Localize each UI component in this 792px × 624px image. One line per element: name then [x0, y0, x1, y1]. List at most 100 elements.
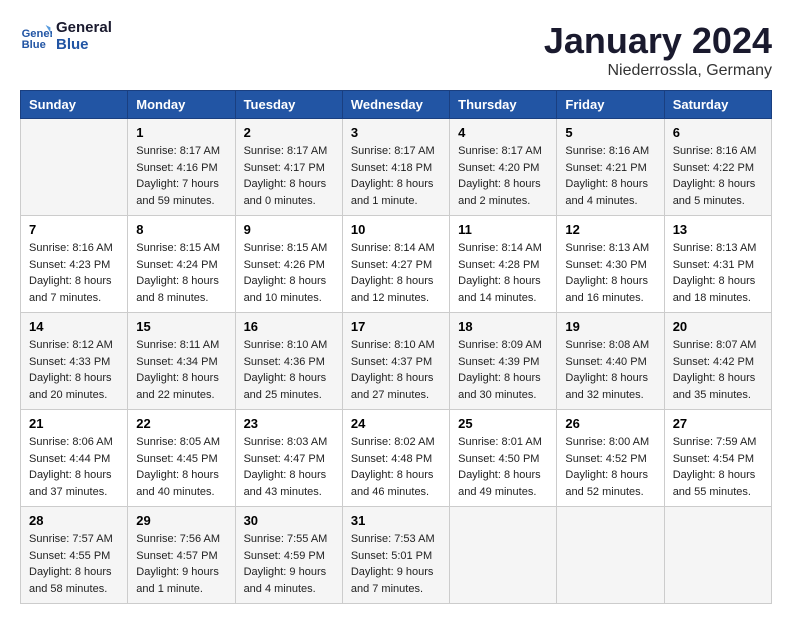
weekday-row: SundayMondayTuesdayWednesdayThursdayFrid… — [21, 91, 772, 119]
calendar-cell: 16 Sunrise: 8:10 AMSunset: 4:36 PMDaylig… — [235, 313, 342, 410]
day-detail: Sunrise: 8:13 AMSunset: 4:30 PMDaylight:… — [565, 240, 655, 306]
calendar-cell: 15 Sunrise: 8:11 AMSunset: 4:34 PMDaylig… — [128, 313, 235, 410]
calendar-week-2: 7 Sunrise: 8:16 AMSunset: 4:23 PMDayligh… — [21, 216, 772, 313]
day-number: 5 — [565, 125, 655, 140]
calendar-cell: 25 Sunrise: 8:01 AMSunset: 4:50 PMDaylig… — [450, 410, 557, 507]
logo-text-general: General — [56, 20, 112, 37]
calendar-table: SundayMondayTuesdayWednesdayThursdayFrid… — [20, 90, 772, 604]
day-detail: Sunrise: 8:15 AMSunset: 4:26 PMDaylight:… — [244, 240, 334, 306]
calendar-cell: 19 Sunrise: 8:08 AMSunset: 4:40 PMDaylig… — [557, 313, 664, 410]
weekday-header-thursday: Thursday — [450, 91, 557, 119]
calendar-cell: 9 Sunrise: 8:15 AMSunset: 4:26 PMDayligh… — [235, 216, 342, 313]
calendar-week-1: 1 Sunrise: 8:17 AMSunset: 4:16 PMDayligh… — [21, 119, 772, 216]
calendar-cell: 18 Sunrise: 8:09 AMSunset: 4:39 PMDaylig… — [450, 313, 557, 410]
calendar-header: SundayMondayTuesdayWednesdayThursdayFrid… — [21, 91, 772, 119]
logo-icon: General Blue — [20, 21, 52, 53]
calendar-cell — [21, 119, 128, 216]
day-number: 30 — [244, 513, 334, 528]
day-detail: Sunrise: 8:17 AMSunset: 4:17 PMDaylight:… — [244, 143, 334, 209]
calendar-cell: 30 Sunrise: 7:55 AMSunset: 4:59 PMDaylig… — [235, 507, 342, 604]
day-detail: Sunrise: 8:12 AMSunset: 4:33 PMDaylight:… — [29, 337, 119, 403]
calendar-cell: 29 Sunrise: 7:56 AMSunset: 4:57 PMDaylig… — [128, 507, 235, 604]
calendar-cell — [450, 507, 557, 604]
calendar-week-4: 21 Sunrise: 8:06 AMSunset: 4:44 PMDaylig… — [21, 410, 772, 507]
svg-text:General: General — [22, 28, 52, 40]
day-detail: Sunrise: 8:17 AMSunset: 4:16 PMDaylight:… — [136, 143, 226, 209]
calendar-cell: 4 Sunrise: 8:17 AMSunset: 4:20 PMDayligh… — [450, 119, 557, 216]
day-number: 15 — [136, 319, 226, 334]
calendar-cell: 26 Sunrise: 8:00 AMSunset: 4:52 PMDaylig… — [557, 410, 664, 507]
calendar-cell: 11 Sunrise: 8:14 AMSunset: 4:28 PMDaylig… — [450, 216, 557, 313]
calendar-cell: 6 Sunrise: 8:16 AMSunset: 4:22 PMDayligh… — [664, 119, 771, 216]
weekday-header-friday: Friday — [557, 91, 664, 119]
day-number: 28 — [29, 513, 119, 528]
calendar-cell: 1 Sunrise: 8:17 AMSunset: 4:16 PMDayligh… — [128, 119, 235, 216]
calendar-week-3: 14 Sunrise: 8:12 AMSunset: 4:33 PMDaylig… — [21, 313, 772, 410]
day-number: 7 — [29, 222, 119, 237]
day-number: 22 — [136, 416, 226, 431]
calendar-subtitle: Niederrossla, Germany — [544, 62, 772, 80]
page-header: General Blue General Blue January 2024 N… — [20, 20, 772, 80]
calendar-cell: 5 Sunrise: 8:16 AMSunset: 4:21 PMDayligh… — [557, 119, 664, 216]
calendar-cell — [664, 507, 771, 604]
day-detail: Sunrise: 8:06 AMSunset: 4:44 PMDaylight:… — [29, 434, 119, 500]
day-number: 18 — [458, 319, 548, 334]
day-detail: Sunrise: 8:13 AMSunset: 4:31 PMDaylight:… — [673, 240, 763, 306]
calendar-cell: 12 Sunrise: 8:13 AMSunset: 4:30 PMDaylig… — [557, 216, 664, 313]
svg-text:Blue: Blue — [22, 39, 46, 51]
title-block: January 2024 Niederrossla, Germany — [544, 20, 772, 80]
calendar-cell — [557, 507, 664, 604]
calendar-cell: 8 Sunrise: 8:15 AMSunset: 4:24 PMDayligh… — [128, 216, 235, 313]
day-detail: Sunrise: 7:59 AMSunset: 4:54 PMDaylight:… — [673, 434, 763, 500]
day-number: 17 — [351, 319, 441, 334]
day-detail: Sunrise: 8:16 AMSunset: 4:21 PMDaylight:… — [565, 143, 655, 209]
calendar-cell: 22 Sunrise: 8:05 AMSunset: 4:45 PMDaylig… — [128, 410, 235, 507]
calendar-cell: 10 Sunrise: 8:14 AMSunset: 4:27 PMDaylig… — [342, 216, 449, 313]
day-detail: Sunrise: 8:17 AMSunset: 4:20 PMDaylight:… — [458, 143, 548, 209]
calendar-cell: 3 Sunrise: 8:17 AMSunset: 4:18 PMDayligh… — [342, 119, 449, 216]
day-number: 8 — [136, 222, 226, 237]
day-number: 31 — [351, 513, 441, 528]
day-detail: Sunrise: 8:15 AMSunset: 4:24 PMDaylight:… — [136, 240, 226, 306]
day-detail: Sunrise: 8:14 AMSunset: 4:27 PMDaylight:… — [351, 240, 441, 306]
day-number: 10 — [351, 222, 441, 237]
calendar-week-5: 28 Sunrise: 7:57 AMSunset: 4:55 PMDaylig… — [21, 507, 772, 604]
weekday-header-sunday: Sunday — [21, 91, 128, 119]
calendar-cell: 14 Sunrise: 8:12 AMSunset: 4:33 PMDaylig… — [21, 313, 128, 410]
day-number: 6 — [673, 125, 763, 140]
day-number: 12 — [565, 222, 655, 237]
day-number: 9 — [244, 222, 334, 237]
day-detail: Sunrise: 8:17 AMSunset: 4:18 PMDaylight:… — [351, 143, 441, 209]
day-detail: Sunrise: 8:02 AMSunset: 4:48 PMDaylight:… — [351, 434, 441, 500]
day-detail: Sunrise: 7:53 AMSunset: 5:01 PMDaylight:… — [351, 531, 441, 597]
day-number: 29 — [136, 513, 226, 528]
calendar-cell: 31 Sunrise: 7:53 AMSunset: 5:01 PMDaylig… — [342, 507, 449, 604]
day-detail: Sunrise: 8:16 AMSunset: 4:23 PMDaylight:… — [29, 240, 119, 306]
calendar-cell: 13 Sunrise: 8:13 AMSunset: 4:31 PMDaylig… — [664, 216, 771, 313]
day-detail: Sunrise: 7:56 AMSunset: 4:57 PMDaylight:… — [136, 531, 226, 597]
day-detail: Sunrise: 8:10 AMSunset: 4:36 PMDaylight:… — [244, 337, 334, 403]
logo: General Blue General Blue — [20, 20, 112, 53]
day-detail: Sunrise: 8:16 AMSunset: 4:22 PMDaylight:… — [673, 143, 763, 209]
day-detail: Sunrise: 8:03 AMSunset: 4:47 PMDaylight:… — [244, 434, 334, 500]
day-detail: Sunrise: 8:07 AMSunset: 4:42 PMDaylight:… — [673, 337, 763, 403]
day-detail: Sunrise: 8:01 AMSunset: 4:50 PMDaylight:… — [458, 434, 548, 500]
day-number: 14 — [29, 319, 119, 334]
calendar-cell: 7 Sunrise: 8:16 AMSunset: 4:23 PMDayligh… — [21, 216, 128, 313]
weekday-header-saturday: Saturday — [664, 91, 771, 119]
weekday-header-tuesday: Tuesday — [235, 91, 342, 119]
day-detail: Sunrise: 8:14 AMSunset: 4:28 PMDaylight:… — [458, 240, 548, 306]
weekday-header-wednesday: Wednesday — [342, 91, 449, 119]
day-number: 1 — [136, 125, 226, 140]
day-detail: Sunrise: 8:05 AMSunset: 4:45 PMDaylight:… — [136, 434, 226, 500]
day-number: 4 — [458, 125, 548, 140]
calendar-cell: 21 Sunrise: 8:06 AMSunset: 4:44 PMDaylig… — [21, 410, 128, 507]
calendar-title: January 2024 — [544, 20, 772, 62]
calendar-cell: 20 Sunrise: 8:07 AMSunset: 4:42 PMDaylig… — [664, 313, 771, 410]
calendar-cell: 2 Sunrise: 8:17 AMSunset: 4:17 PMDayligh… — [235, 119, 342, 216]
calendar-cell: 27 Sunrise: 7:59 AMSunset: 4:54 PMDaylig… — [664, 410, 771, 507]
calendar-body: 1 Sunrise: 8:17 AMSunset: 4:16 PMDayligh… — [21, 119, 772, 604]
day-number: 21 — [29, 416, 119, 431]
day-number: 13 — [673, 222, 763, 237]
day-number: 26 — [565, 416, 655, 431]
